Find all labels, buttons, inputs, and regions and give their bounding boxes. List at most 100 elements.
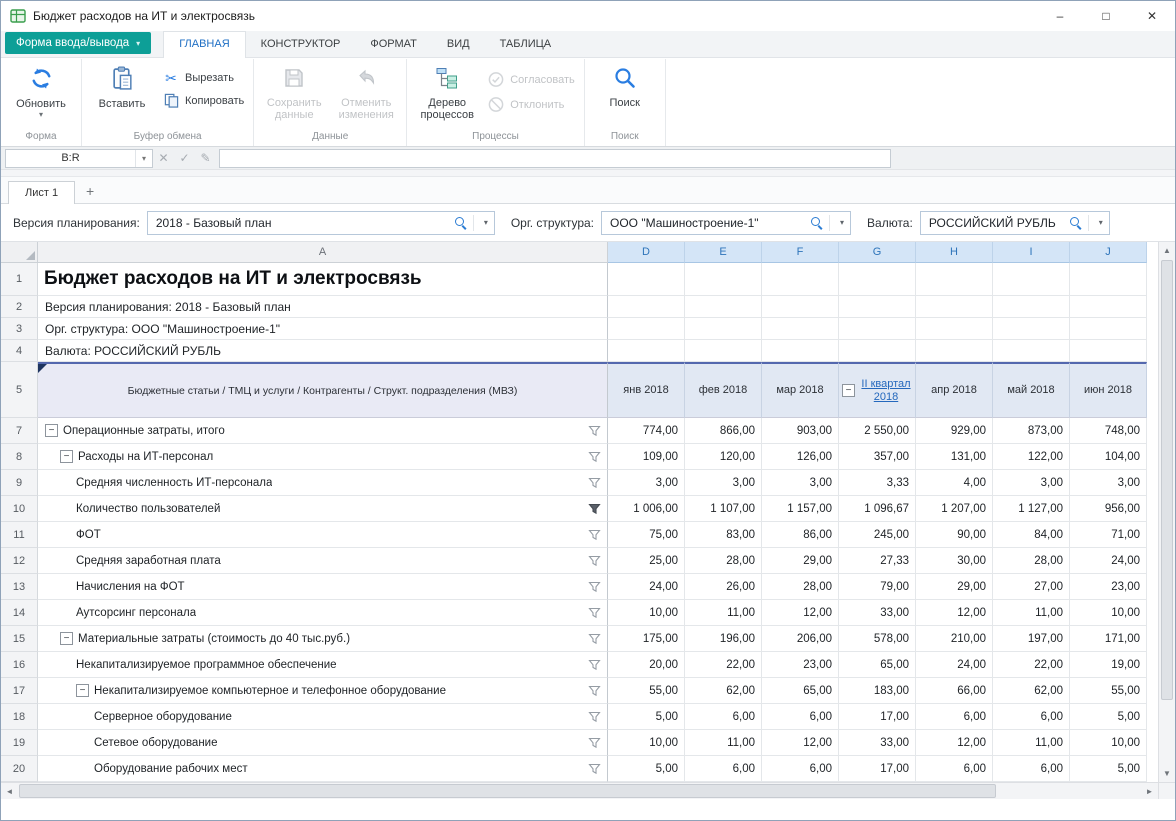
data-cell[interactable]: 12,00 xyxy=(762,730,839,756)
data-cell[interactable]: 6,00 xyxy=(685,704,762,730)
data-cell[interactable]: 10,00 xyxy=(1070,600,1147,626)
row-label-cell[interactable]: ФОТ xyxy=(38,522,608,548)
quarter-link[interactable]: II квартал 2018 xyxy=(860,378,912,404)
formula-input[interactable] xyxy=(219,149,891,168)
data-cell[interactable]: 6,00 xyxy=(993,704,1070,730)
column-header-E[interactable]: E xyxy=(685,242,762,263)
row-number[interactable]: 13 xyxy=(1,574,38,600)
data-cell[interactable]: 83,00 xyxy=(685,522,762,548)
data-cell[interactable]: 5,00 xyxy=(1070,756,1147,782)
search-icon[interactable] xyxy=(1069,216,1082,229)
empty-cell[interactable] xyxy=(608,340,685,362)
data-cell[interactable]: 6,00 xyxy=(993,756,1070,782)
empty-cell[interactable] xyxy=(993,296,1070,318)
info-text-cell[interactable]: Валюта: РОССИЙСКИЙ РУБЛЬ xyxy=(38,340,608,362)
scroll-down-icon[interactable]: ▼ xyxy=(1159,765,1175,782)
data-cell[interactable]: 245,00 xyxy=(839,522,916,548)
empty-cell[interactable] xyxy=(762,263,839,296)
filter-funnel-icon[interactable] xyxy=(588,477,601,489)
empty-cell[interactable] xyxy=(608,296,685,318)
info-text-cell[interactable]: Версия планирования: 2018 - Базовый план xyxy=(38,296,608,318)
row-number[interactable]: 20 xyxy=(1,756,38,782)
empty-cell[interactable] xyxy=(916,296,993,318)
filter-funnel-icon[interactable] xyxy=(588,555,601,567)
data-cell[interactable]: 62,00 xyxy=(993,678,1070,704)
data-cell[interactable]: 11,00 xyxy=(993,730,1070,756)
paste-button[interactable]: Вставить xyxy=(86,61,158,110)
data-cell[interactable]: 28,00 xyxy=(993,548,1070,574)
empty-cell[interactable] xyxy=(762,340,839,362)
data-cell[interactable]: 197,00 xyxy=(993,626,1070,652)
cut-button[interactable]: ✂ Вырезать xyxy=(158,70,239,86)
data-cell[interactable]: 66,00 xyxy=(916,678,993,704)
data-cell[interactable]: 131,00 xyxy=(916,444,993,470)
data-cell[interactable]: 27,33 xyxy=(839,548,916,574)
data-cell[interactable]: 175,00 xyxy=(608,626,685,652)
chevron-down-icon[interactable]: ▾ xyxy=(135,150,152,167)
data-cell[interactable]: 24,00 xyxy=(608,574,685,600)
empty-cell[interactable] xyxy=(608,318,685,340)
data-cell[interactable]: 33,00 xyxy=(839,730,916,756)
data-cell[interactable]: 4,00 xyxy=(916,470,993,496)
month-header[interactable]: мар 2018 xyxy=(762,362,839,418)
column-header-J[interactable]: J xyxy=(1070,242,1147,263)
copy-button[interactable]: Копировать xyxy=(158,92,249,109)
data-cell[interactable]: 171,00 xyxy=(1070,626,1147,652)
month-header[interactable]: янв 2018 xyxy=(608,362,685,418)
row-number[interactable]: 16 xyxy=(1,652,38,678)
collapse-icon[interactable]: − xyxy=(60,632,73,645)
month-header[interactable]: май 2018 xyxy=(993,362,1070,418)
scroll-right-icon[interactable]: ► xyxy=(1141,783,1158,799)
month-header[interactable]: фев 2018 xyxy=(685,362,762,418)
data-cell[interactable]: 1 157,00 xyxy=(762,496,839,522)
data-cell[interactable]: 122,00 xyxy=(993,444,1070,470)
row-number[interactable]: 15 xyxy=(1,626,38,652)
data-cell[interactable]: 19,00 xyxy=(1070,652,1147,678)
data-cell[interactable]: 29,00 xyxy=(916,574,993,600)
chevron-down-icon[interactable]: ▾ xyxy=(834,218,850,227)
data-cell[interactable]: 65,00 xyxy=(839,652,916,678)
search-icon[interactable] xyxy=(810,216,823,229)
data-cell[interactable]: 11,00 xyxy=(685,600,762,626)
collapse-icon[interactable]: − xyxy=(60,450,73,463)
filter-funnel-icon[interactable] xyxy=(588,451,601,463)
filter-funnel-icon[interactable] xyxy=(588,581,601,593)
edit-formula-icon[interactable]: ✎ xyxy=(195,151,216,165)
row-number[interactable]: 14 xyxy=(1,600,38,626)
process-tree-button[interactable]: Дерево процессов xyxy=(411,61,483,121)
empty-cell[interactable] xyxy=(916,318,993,340)
empty-cell[interactable] xyxy=(916,340,993,362)
filter-funnel-icon[interactable] xyxy=(588,659,601,671)
collapse-icon[interactable]: − xyxy=(76,684,89,697)
filter-funnel-icon[interactable] xyxy=(588,425,601,437)
data-cell[interactable]: 1 127,00 xyxy=(993,496,1070,522)
empty-cell[interactable] xyxy=(762,318,839,340)
empty-cell[interactable] xyxy=(1070,318,1147,340)
filter-funnel-icon[interactable] xyxy=(588,685,601,697)
empty-cell[interactable] xyxy=(993,263,1070,296)
data-cell[interactable]: 27,00 xyxy=(993,574,1070,600)
chevron-down-icon[interactable]: ▾ xyxy=(1093,218,1109,227)
data-cell[interactable]: 86,00 xyxy=(762,522,839,548)
data-cell[interactable]: 84,00 xyxy=(993,522,1070,548)
data-cell[interactable]: 17,00 xyxy=(839,756,916,782)
data-cell[interactable]: 873,00 xyxy=(993,418,1070,444)
maximize-button[interactable]: □ xyxy=(1083,1,1129,31)
chevron-down-icon[interactable]: ▾ xyxy=(478,218,494,227)
row-label-cell[interactable]: −Операционные затраты, итого xyxy=(38,418,608,444)
data-cell[interactable]: 3,00 xyxy=(762,470,839,496)
row-number[interactable]: 12 xyxy=(1,548,38,574)
row-label-cell[interactable]: −Материальные затраты (стоимость до 40 т… xyxy=(38,626,608,652)
month-header[interactable]: апр 2018 xyxy=(916,362,993,418)
vertical-scroll-thumb[interactable] xyxy=(1161,260,1173,700)
row-number[interactable]: 4 xyxy=(1,340,38,362)
data-cell[interactable]: 748,00 xyxy=(1070,418,1147,444)
data-cell[interactable]: 120,00 xyxy=(685,444,762,470)
row-number[interactable]: 7 xyxy=(1,418,38,444)
row-label-cell[interactable]: Средняя численность ИТ-персонала xyxy=(38,470,608,496)
reject-button[interactable]: Отклонить xyxy=(483,95,569,114)
empty-cell[interactable] xyxy=(685,340,762,362)
ribbon-tab-4[interactable]: ВИД xyxy=(432,32,485,57)
column-header-H[interactable]: H xyxy=(916,242,993,263)
data-cell[interactable]: 10,00 xyxy=(608,730,685,756)
